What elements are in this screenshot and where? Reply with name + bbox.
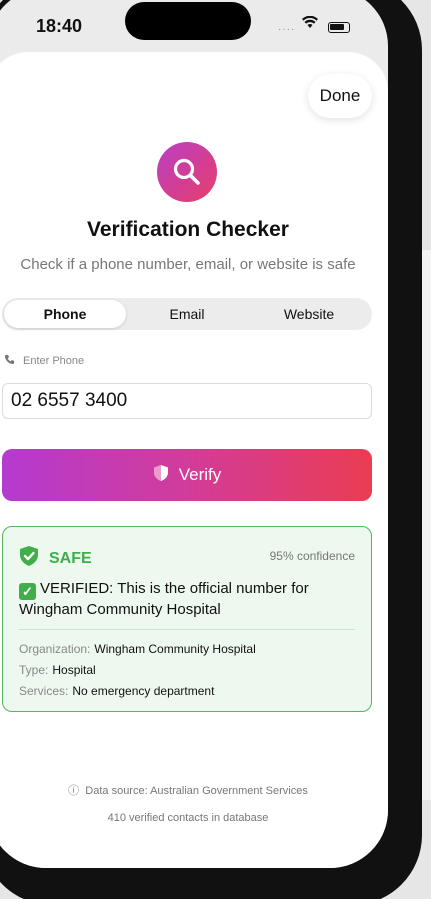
- check-mark-icon: ✓: [19, 583, 36, 600]
- status-time: 18:40: [36, 16, 83, 36]
- shield-icon: [153, 464, 169, 487]
- tab-email[interactable]: Email: [126, 300, 248, 328]
- cellular-signal-icon: ····: [278, 24, 296, 35]
- search-icon: [157, 142, 217, 202]
- data-source-footer: ⓘ Data source: Australian Government Ser…: [0, 778, 388, 832]
- result-message-text: VERIFIED: This is the official number fo…: [19, 580, 309, 618]
- verify-button[interactable]: Verify: [2, 449, 372, 501]
- battery-icon: [328, 22, 350, 33]
- result-message: ✓ VERIFIED: This is the official number f…: [19, 579, 349, 620]
- info-icon: ⓘ: [68, 785, 80, 797]
- page-subtitle: Check if a phone number, email, or websi…: [20, 256, 356, 273]
- status-bar: 18:40 ····: [0, 0, 388, 58]
- detail-organization: Organization: Wingham Community Hospital: [19, 642, 256, 656]
- detail-type: Type: Hospital: [19, 663, 96, 677]
- result-details: Organization: Wingham Community Hospital …: [19, 639, 256, 702]
- desktop-window-edge: [421, 250, 431, 800]
- tab-website[interactable]: Website: [248, 300, 370, 328]
- detail-services: Services: No emergency department: [19, 684, 215, 698]
- wifi-icon: [302, 15, 318, 32]
- data-source-line: ⓘ Data source: Australian Government Ser…: [0, 778, 388, 805]
- divider: [19, 629, 355, 630]
- status-badge: SAFE: [49, 549, 92, 567]
- phone-field-label: Enter Phone: [4, 354, 84, 368]
- data-source-text: Data source: Australian Government Servi…: [85, 785, 308, 797]
- verification-result-card: SAFE 95% confidence ✓ VERIFIED: This is t…: [2, 526, 372, 712]
- shield-check-icon: [19, 545, 39, 572]
- tab-phone[interactable]: Phone: [4, 300, 126, 328]
- verification-sheet: Done Verification Checker Check if a pho…: [0, 52, 388, 868]
- phone-input[interactable]: 02 6557 3400: [2, 383, 372, 419]
- phone-frame: 18:40 ···· Done Verification Checker Che…: [0, 0, 422, 899]
- done-button[interactable]: Done: [308, 74, 372, 118]
- page-title: Verification Checker: [87, 218, 289, 241]
- confidence-score: 95% confidence: [269, 549, 355, 563]
- phone-field-label-text: Enter Phone: [23, 355, 85, 367]
- phone-icon: [4, 354, 15, 368]
- verification-type-segmented-control: Phone Email Website: [2, 298, 372, 330]
- dynamic-island: [125, 2, 251, 40]
- phone-screen: 18:40 ···· Done Verification Checker Che…: [0, 0, 388, 868]
- contacts-count: 410 verified contacts in database: [107, 812, 269, 824]
- result-status-row: SAFE: [19, 545, 92, 572]
- verify-button-label: Verify: [178, 465, 222, 484]
